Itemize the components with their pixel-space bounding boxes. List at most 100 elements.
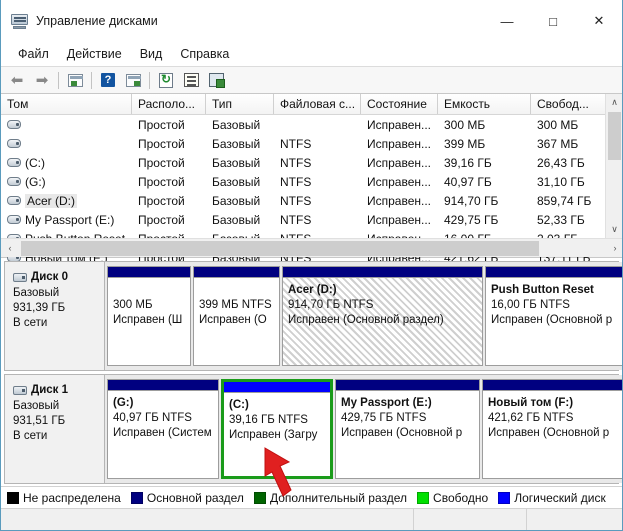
disk-panel: Диск 0 Базовый 931,39 ГБ В сети 300 МБ Испра…: [4, 261, 622, 371]
menu-help[interactable]: Справка: [171, 44, 238, 64]
window-controls: — □ ✕: [484, 0, 622, 42]
disk-name: Диск 1: [31, 384, 69, 396]
scroll-up-icon[interactable]: ∧: [606, 94, 622, 111]
volume-label: My Passport (E:): [25, 212, 115, 227]
toolbar-separator: [149, 71, 150, 89]
scroll-down-icon[interactable]: ∨: [606, 221, 622, 238]
partition-strip: 300 МБ Исправен (Ш 399 МБ NTFS Исправен (О…: [105, 262, 622, 370]
partition-body: (G:) 40,97 ГБ NTFS Исправен (Систем: [108, 391, 218, 478]
status-segment-2: [414, 509, 527, 530]
table-row[interactable]: Простой Базовый NTFS Исправен... 399 МБ 367 М…: [1, 134, 622, 153]
partition-block[interactable]: 300 МБ Исправен (Ш: [107, 266, 191, 366]
menu-file[interactable]: Файл: [9, 44, 58, 64]
partition-status: Исправен (Ш: [113, 314, 183, 326]
layout-cell: Простой: [138, 212, 185, 227]
volume-column-header[interactable]: Файловая с...: [274, 94, 361, 114]
disk-title: Диск 0: [13, 270, 104, 285]
free-cell: 31,10 ГБ: [537, 174, 585, 189]
disk-info[interactable]: Диск 0 Базовый 931,39 ГБ В сети: [5, 262, 105, 370]
status-segment-1: [1, 509, 414, 530]
legend-item: Не распределена: [7, 491, 121, 505]
partition-size: 40,97 ГБ NTFS: [113, 412, 192, 424]
drive-icon: [7, 120, 21, 129]
volume-column-header[interactable]: Свобод...: [531, 94, 607, 114]
volume-list-horizontal-scrollbar[interactable]: ‹ ›: [1, 238, 622, 258]
status-cell: Исправен...: [367, 117, 432, 132]
partition-block[interactable]: (C:) 39,16 ГБ NTFS Исправен (Загру: [221, 379, 333, 479]
free-cell: 52,33 ГБ: [537, 212, 585, 227]
volume-column-header[interactable]: Состояние: [361, 94, 438, 114]
partition-body: 399 МБ NTFS Исправен (О: [194, 278, 279, 365]
disk-type: Базовый: [13, 287, 60, 299]
status-cell: Исправен...: [367, 155, 432, 170]
partition-block[interactable]: Новый том (F:) 421,62 ГБ NTFS Исправен (Ос…: [482, 379, 622, 479]
graphical-disk-view: Диск 0 Базовый 931,39 ГБ В сети 300 МБ Испра…: [1, 261, 622, 505]
forward-arrow-icon[interactable]: ➡: [30, 69, 54, 92]
partition-size: 421,62 ГБ NTFS: [488, 412, 574, 424]
volume-column-header[interactable]: Емкость: [438, 94, 531, 114]
show-hide-action-pane-icon[interactable]: [121, 69, 145, 92]
table-row[interactable]: My Passport (E:) Простой Базовый NTFS Исправ…: [1, 210, 622, 229]
partition-color-bar: [283, 267, 482, 278]
close-button[interactable]: ✕: [576, 0, 622, 42]
help-icon[interactable]: ?: [96, 69, 120, 92]
legend-swatch-icon: [7, 491, 19, 504]
volume-cell: [1, 139, 132, 148]
disk-info[interactable]: Диск 1 Базовый 931,51 ГБ В сети: [5, 375, 105, 483]
minimize-button[interactable]: —: [484, 0, 530, 42]
partition-status: Исправен (Основной р: [488, 427, 610, 439]
menu-action[interactable]: Действие: [58, 44, 131, 64]
menu-view[interactable]: Вид: [131, 44, 172, 64]
vertical-scroll-thumb[interactable]: [608, 112, 621, 160]
scroll-left-icon[interactable]: ‹: [1, 239, 19, 258]
volume-column-header[interactable]: Располо...: [132, 94, 206, 114]
scroll-right-icon[interactable]: ›: [606, 239, 622, 258]
legend-label: Не распределена: [23, 490, 121, 505]
partition-status: Исправен (О: [199, 314, 267, 326]
partition-label: Новый том (F:): [488, 397, 574, 409]
volume-label: Acer (D:): [25, 193, 77, 208]
disk-panel: Диск 1 Базовый 931,51 ГБ В сети (G:) 40,97 ГБ…: [4, 374, 622, 484]
partition-size: 914,70 ГБ NTFS: [288, 299, 374, 311]
partition-body: My Passport (E:) 429,75 ГБ NTFS Исправен (…: [336, 391, 479, 478]
partition-block[interactable]: 399 МБ NTFS Исправен (О: [193, 266, 280, 366]
legend-label: Основной раздел: [146, 490, 244, 505]
partition-color-bar: [483, 380, 622, 391]
volume-cell: [1, 120, 132, 129]
partition-block[interactable]: My Passport (E:) 429,75 ГБ NTFS Исправен (…: [335, 379, 480, 479]
volume-cell: (G:): [1, 175, 132, 189]
volume-label: (G:): [25, 174, 46, 189]
partition-block[interactable]: Acer (D:) 914,70 ГБ NTFS Исправен (Основно…: [282, 266, 483, 366]
volume-column-header[interactable]: Тип: [206, 94, 274, 114]
partition-block[interactable]: Push Button Reset 16,00 ГБ NTFS Исправен (…: [485, 266, 622, 366]
toolbar-separator: [91, 71, 92, 89]
disk-title: Диск 1: [13, 383, 104, 398]
legend-swatch-icon: [498, 491, 511, 504]
table-row[interactable]: Acer (D:) Простой Базовый NTFS Исправен... 91…: [1, 191, 622, 210]
properties-icon[interactable]: [179, 69, 203, 92]
maximize-button[interactable]: □: [530, 0, 576, 42]
refresh-icon[interactable]: [154, 69, 178, 92]
volume-list-vertical-scrollbar[interactable]: ∧ ∨: [605, 94, 622, 238]
layout-cell: Простой: [138, 155, 185, 170]
free-cell: 859,74 ГБ: [537, 193, 592, 208]
layout-cell: Простой: [138, 174, 185, 189]
volume-column-header[interactable]: Том: [1, 94, 132, 114]
capacity-cell: 39,16 ГБ: [444, 155, 492, 170]
partition-body: Push Button Reset 16,00 ГБ NTFS Исправен (…: [486, 278, 622, 365]
rescan-disks-icon[interactable]: [204, 69, 228, 92]
type-cell: Базовый: [212, 136, 261, 151]
back-arrow-icon[interactable]: ⬅: [5, 69, 29, 92]
horizontal-scroll-thumb[interactable]: [21, 240, 539, 256]
show-hide-console-tree-icon[interactable]: [63, 69, 87, 92]
type-cell: Базовый: [212, 117, 261, 132]
partition-color-bar: [108, 380, 218, 391]
legend-swatch-icon: [130, 491, 143, 504]
disk-management-window: Управление дисками — □ ✕ Файл Действие В…: [0, 0, 623, 531]
volume-list: Том Располо... Тип Файловая с... Состояние Ем…: [1, 94, 622, 265]
table-row[interactable]: (G:) Простой Базовый NTFS Исправен... 40,97 Г…: [1, 172, 622, 191]
partition-block[interactable]: (G:) 40,97 ГБ NTFS Исправен (Систем: [107, 379, 219, 479]
table-row[interactable]: Простой Базовый Исправен... 300 МБ 300 МБ: [1, 115, 622, 134]
table-row[interactable]: (C:) Простой Базовый NTFS Исправен... 39,16 Г…: [1, 153, 622, 172]
horizontal-scroll-track[interactable]: [19, 239, 606, 258]
